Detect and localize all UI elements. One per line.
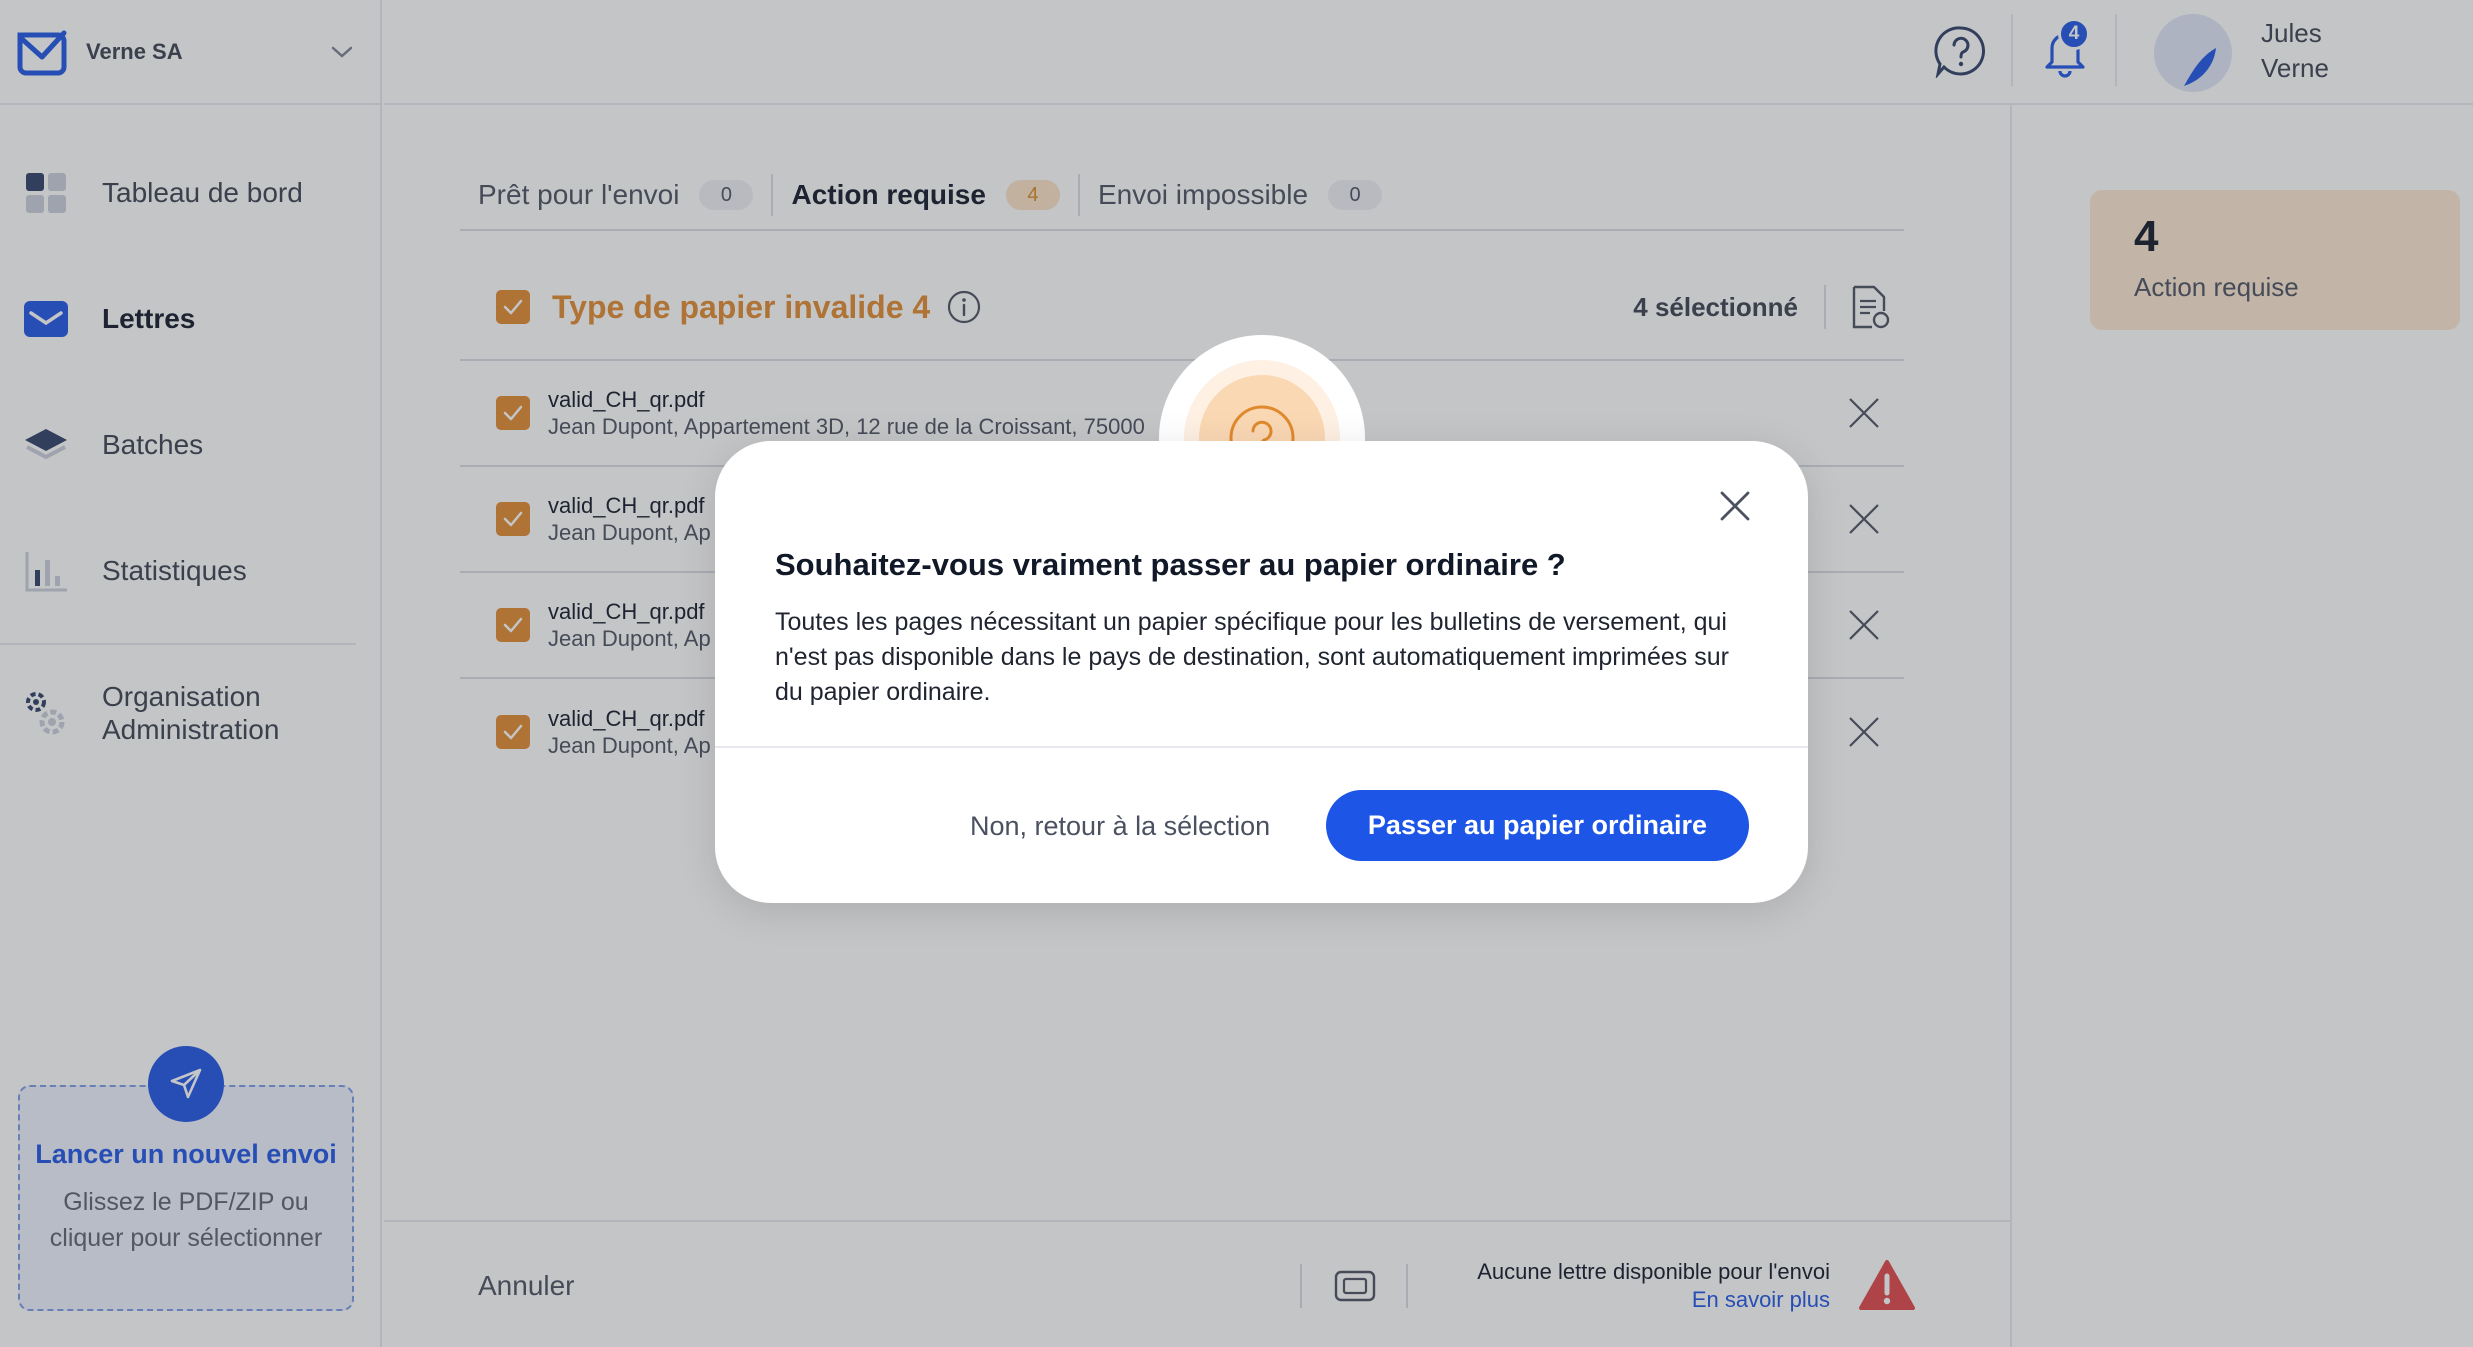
- close-icon[interactable]: [1718, 489, 1752, 523]
- switch-to-plain-paper-button[interactable]: Passer au papier ordinaire: [1326, 790, 1749, 861]
- confirm-dialog: Souhaitez-vous vraiment passer au papier…: [715, 441, 1808, 903]
- back-to-selection-button[interactable]: Non, retour à la sélection: [970, 811, 1270, 842]
- dialog-body: Toutes les pages nécessitant un papier s…: [775, 608, 1729, 706]
- dialog-title: Souhaitez-vous vraiment passer au papier…: [775, 547, 1566, 582]
- dialog-divider: [715, 746, 1808, 748]
